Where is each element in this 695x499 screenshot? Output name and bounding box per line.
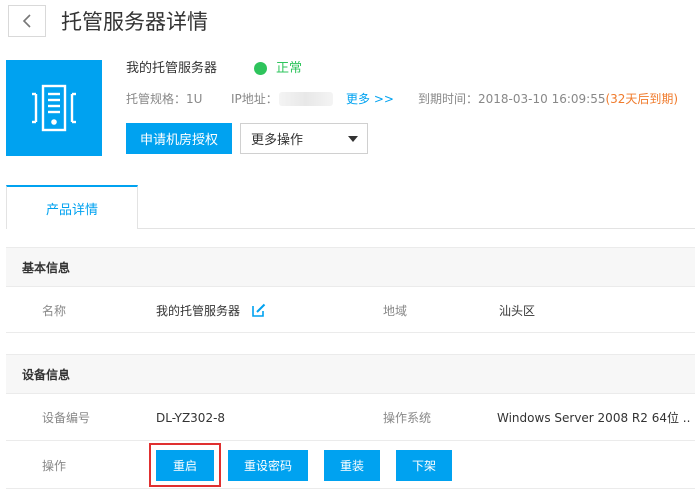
- reset-password-button[interactable]: 重设密码: [228, 450, 308, 481]
- name-value: 我的托管服务器: [156, 304, 241, 318]
- name-label: 名称: [42, 304, 67, 318]
- region-value: 汕头区: [499, 304, 536, 318]
- os-label: 操作系统: [383, 411, 432, 425]
- device-no-label: 设备编号: [42, 411, 91, 425]
- server-name: 我的托管服务器: [126, 61, 218, 76]
- highlight-annotation: [149, 443, 221, 487]
- caret-down-icon: [348, 136, 358, 142]
- expire-time: 2018-03-10 16:09:55: [478, 92, 606, 106]
- status-dot-icon: [254, 62, 267, 75]
- reinstall-button[interactable]: 重装: [324, 450, 380, 481]
- more-operations-label: 更多操作: [251, 133, 304, 148]
- page-title: 托管服务器详情: [61, 10, 208, 34]
- section-basic-info: 基本信息: [6, 247, 695, 287]
- apply-authorization-button[interactable]: 申请机房授权: [126, 123, 232, 154]
- expire-info: 到期时间：2018-03-10 16:09:55(32天后到期): [418, 90, 678, 108]
- operations-label: 操作: [42, 459, 67, 473]
- ip-label: IP地址：: [231, 92, 278, 106]
- decommission-button[interactable]: 下架: [396, 450, 452, 481]
- status-text: 正常: [276, 61, 303, 76]
- server-spec: 托管规格：1U: [126, 92, 203, 106]
- edit-icon[interactable]: [252, 303, 266, 317]
- section-device-info: 设备信息: [6, 354, 695, 394]
- region-label: 地域: [383, 304, 408, 318]
- os-value: Windows Server 2008 R2 64位 ...: [497, 411, 691, 425]
- tab-product-details[interactable]: 产品详情: [6, 185, 138, 229]
- more-operations-select[interactable]: 更多操作: [240, 123, 368, 154]
- table-row: [6, 287, 695, 333]
- server-rack-icon: [6, 60, 102, 156]
- chevron-left-icon: [22, 14, 31, 28]
- more-link[interactable]: 更多 >>: [346, 90, 394, 108]
- back-button[interactable]: [8, 5, 46, 37]
- ip-address-masked: [279, 92, 333, 106]
- expire-warning: (32天后到期): [605, 92, 679, 106]
- expire-label: 到期时间：: [418, 92, 479, 106]
- device-no-value: DL-YZ302-8: [156, 411, 226, 425]
